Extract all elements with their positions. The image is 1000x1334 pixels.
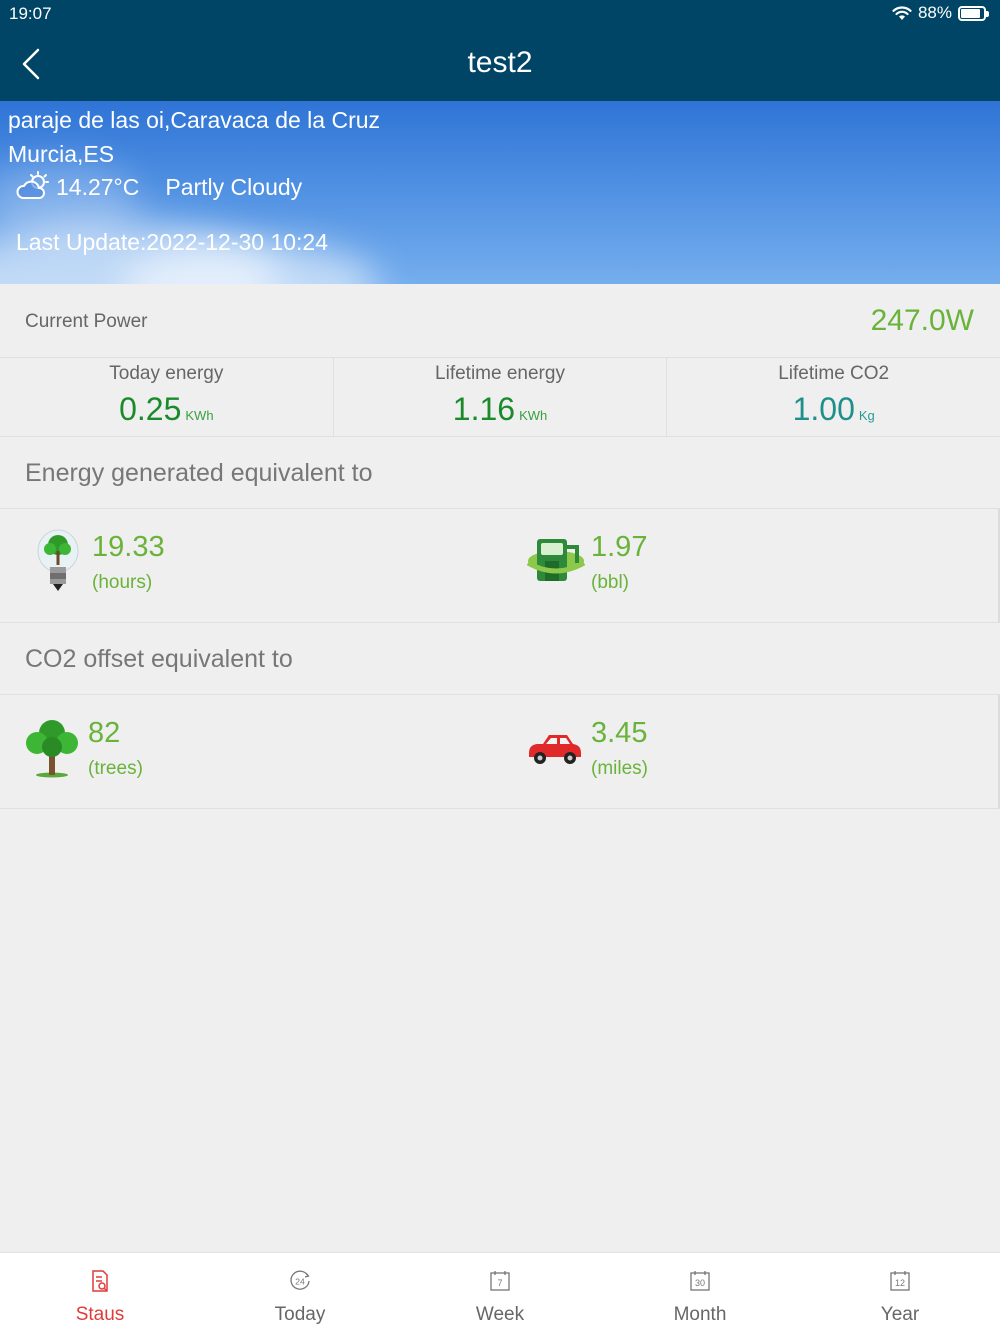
- co2-equivalent-row: 82 (trees) 3.45 (miles): [0, 695, 1000, 809]
- stat-number: 0.25: [119, 391, 182, 427]
- stat-value: 0.25 KWh: [0, 391, 333, 428]
- svg-text:30: 30: [695, 1278, 705, 1288]
- svg-text:12: 12: [895, 1278, 905, 1288]
- equiv-unit: (trees): [88, 758, 143, 779]
- tab-today[interactable]: 24 Today: [200, 1253, 400, 1334]
- stat-number: 1.00: [792, 391, 855, 427]
- tree-icon: [26, 720, 78, 778]
- tab-label: Today: [274, 1304, 326, 1325]
- energy-equivalent-heading: Energy generated equivalent to: [0, 437, 1000, 509]
- battery-percent: 88%: [917, 3, 952, 22]
- stat-label: Lifetime energy: [435, 363, 565, 384]
- report-icon: [92, 1270, 108, 1292]
- status-right: 88%: [892, 3, 989, 23]
- tab-month[interactable]: 30 Month: [600, 1253, 800, 1334]
- oil-barrel-icon: [526, 539, 586, 581]
- weather-condition: 14.27°C Partly Cloudy: [16, 171, 302, 203]
- stat-unit: Kg: [858, 408, 875, 423]
- clock-24-icon: 24: [290, 1270, 310, 1290]
- stat-unit: KWh: [519, 408, 548, 423]
- stat-number: 1.16: [452, 391, 516, 427]
- equiv-unit: (hours): [92, 572, 153, 593]
- stat-value: 1.16 KWh: [334, 391, 667, 428]
- tab-label: Staus: [75, 1304, 125, 1325]
- svg-text:24: 24: [295, 1277, 305, 1287]
- battery-icon: [958, 5, 989, 21]
- condition-text: Partly Cloudy: [165, 173, 303, 200]
- battery-fill: [961, 8, 981, 18]
- svg-text:7: 7: [497, 1278, 502, 1288]
- equiv-value: 19.33: [92, 531, 165, 563]
- status-time: 19:07: [9, 4, 52, 23]
- tab-label: Month: [673, 1304, 727, 1325]
- equiv-value: 3.45: [591, 717, 648, 749]
- stat-unit: KWh: [185, 408, 214, 423]
- status-bar: 19:07 88%: [0, 0, 1000, 28]
- stat-value: 1.00 Kg: [667, 391, 1000, 428]
- tab-label: Week: [475, 1304, 525, 1325]
- light-bulb-tree-icon: [37, 529, 79, 591]
- energy-stats: Today energy 0.25 KWh Lifetime energy 1.1…: [0, 358, 1000, 437]
- tab-bar: Staus 24 Today 7 Week 30 Month 12 Year: [0, 1252, 1000, 1334]
- equiv-unit: (bbl): [591, 572, 630, 593]
- equiv-value: 1.97: [591, 531, 648, 563]
- current-power-label: Current Power: [25, 311, 148, 332]
- nav-bar: test2: [0, 28, 1000, 101]
- calendar-12-icon: 12: [890, 1271, 910, 1291]
- calendar-7-icon: 7: [490, 1271, 510, 1291]
- calendar-30-icon: 30: [690, 1271, 710, 1291]
- last-update: Last Update:2022-12-30 10:24: [16, 229, 329, 255]
- location-line-1: paraje de las oi,Caravaca de la Cruz: [8, 107, 381, 133]
- stat-label: Today energy: [109, 363, 224, 384]
- energy-equivalent-row: 19.33 (hours) 1.97 (bbl): [0, 509, 1000, 623]
- partly-cloudy-icon: [16, 171, 49, 199]
- car-icon: [529, 735, 581, 764]
- weather-banner: paraje de las oi,Caravaca de la Cruz Mur…: [0, 101, 1000, 284]
- stat-label: Lifetime CO2: [778, 363, 890, 384]
- tab-year[interactable]: 12 Year: [800, 1253, 1000, 1334]
- temperature: 14.27°C: [56, 173, 140, 200]
- tab-status[interactable]: Staus: [0, 1253, 200, 1334]
- wifi-icon: [892, 6, 912, 20]
- location-line-2: Murcia,ES: [8, 141, 115, 167]
- equiv-value: 82: [88, 717, 121, 749]
- equiv-unit: (miles): [591, 758, 648, 779]
- current-power-value: 247.0W: [870, 304, 974, 337]
- stat-lifetime-co2: Lifetime CO2 1.00 Kg: [667, 358, 1000, 436]
- tab-label: Year: [880, 1304, 920, 1325]
- co2-equivalent-heading: CO2 offset equivalent to: [0, 623, 1000, 695]
- tab-week[interactable]: 7 Week: [400, 1253, 600, 1334]
- page-title: test2: [467, 46, 533, 79]
- current-power-row: Current Power 247.0W: [0, 284, 1000, 358]
- stat-today-energy: Today energy 0.25 KWh: [0, 358, 334, 436]
- stat-lifetime-energy: Lifetime energy 1.16 KWh: [334, 358, 668, 436]
